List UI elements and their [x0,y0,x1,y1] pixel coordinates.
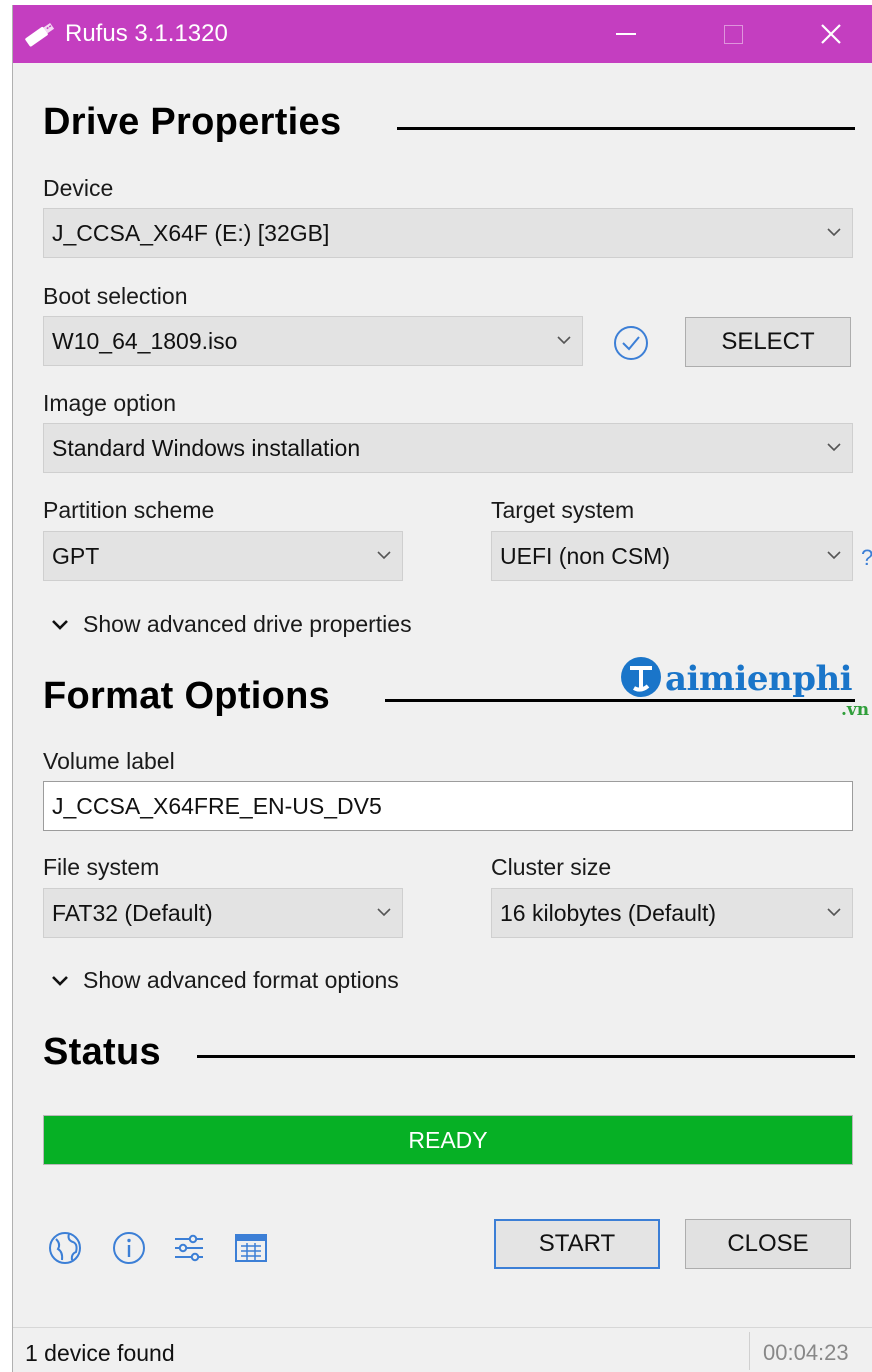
close-icon [821,24,841,44]
chevron-down-icon [377,551,391,560]
partition-scheme-dropdown[interactable]: GPT [43,531,403,581]
cluster-size-label: Cluster size [491,854,612,880]
taimienphi-logo-icon [621,657,661,697]
format-options-heading: Format Options [43,675,331,717]
minimize-button[interactable] [598,13,654,55]
globe-icon[interactable] [47,1230,83,1266]
settings-sliders-icon[interactable] [171,1230,207,1266]
image-option-label: Image option [43,390,176,416]
partition-scheme-label: Partition scheme [43,497,215,523]
advanced-drive-toggle-label: Show advanced drive properties [83,611,412,637]
progress-text: READY [408,1126,488,1153]
window-title: Rufus 3.1.1320 [65,20,228,47]
device-dropdown[interactable]: J_CCSA_X64F (E:) [32GB] [43,208,853,258]
file-system-value: FAT32 (Default) [52,900,213,926]
section-divider [397,127,855,130]
close-button[interactable]: CLOSE [685,1219,851,1269]
chevron-down-icon [557,336,571,345]
section-divider [197,1055,855,1058]
status-separator [749,1332,750,1370]
image-option-value: Standard Windows installation [52,435,361,461]
status-heading: Status [43,1031,161,1073]
verify-checkmark-icon[interactable] [612,324,650,362]
minimize-icon [616,33,636,35]
advanced-drive-toggle[interactable]: Show advanced drive properties [51,611,412,638]
elapsed-time: 00:04:23 [763,1340,849,1365]
volume-label-input[interactable]: J_CCSA_X64FRE_EN-US_DV5 [43,781,853,831]
maximize-button[interactable] [705,13,761,55]
status-progress-bar: READY [43,1115,853,1165]
chevron-down-icon [827,228,841,237]
status-bar: 1 device found 00:04:23 [13,1327,872,1372]
boot-selection-dropdown[interactable]: W10_64_1809.iso [43,316,583,366]
file-system-label: File system [43,854,160,880]
usb-drive-icon [25,22,55,47]
advanced-format-toggle-label: Show advanced format options [83,967,399,993]
log-icon[interactable] [233,1230,269,1266]
watermark-suffix: .vn [841,700,870,720]
device-label: Device [43,175,114,201]
title-bar: Rufus 3.1.1320 [13,5,872,63]
target-system-value: UEFI (non CSM) [500,543,670,569]
maximize-icon [723,24,743,44]
image-option-dropdown[interactable]: Standard Windows installation [43,423,853,473]
advanced-format-toggle[interactable]: Show advanced format options [51,967,399,994]
info-icon[interactable] [111,1230,147,1266]
status-message: 1 device found [25,1340,175,1366]
cluster-size-dropdown[interactable]: 16 kilobytes (Default) [491,888,853,938]
boot-selection-value: W10_64_1809.iso [52,328,238,354]
help-icon[interactable]: ? [861,545,872,571]
boot-selection-label: Boot selection [43,283,188,309]
volume-label-value: J_CCSA_X64FRE_EN-US_DV5 [52,793,382,819]
drive-properties-heading: Drive Properties [43,101,342,143]
watermark-text: aimienphi [665,659,853,699]
chevron-down-icon [827,908,841,917]
file-system-dropdown[interactable]: FAT32 (Default) [43,888,403,938]
cluster-size-value: 16 kilobytes (Default) [500,900,717,926]
start-button[interactable]: START [494,1219,660,1269]
volume-label-label: Volume label [43,748,175,774]
target-system-label: Target system [491,497,635,523]
rufus-window: Rufus 3.1.1320 Drive Properties Device J… [12,5,872,1372]
chevron-down-icon [377,908,391,917]
partition-scheme-value: GPT [52,543,100,569]
device-value: J_CCSA_X64F (E:) [32GB] [52,220,330,246]
chevron-down-icon [52,975,68,986]
taimienphi-watermark: aimienphi .vn [619,653,872,723]
target-system-dropdown[interactable]: UEFI (non CSM) [491,531,853,581]
chevron-down-icon [827,551,841,560]
select-button[interactable]: SELECT [685,317,851,367]
chevron-down-icon [827,443,841,452]
close-window-button[interactable] [803,13,859,55]
chevron-down-icon [52,619,68,630]
